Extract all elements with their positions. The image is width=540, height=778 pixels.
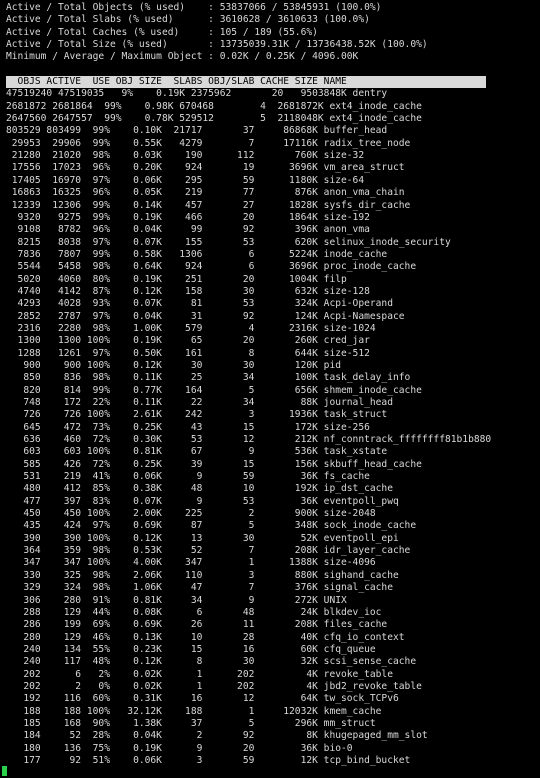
table-row: 477 397 83% 0.07K 9 53 36K eventpoll_pwq bbox=[6, 495, 399, 507]
table-row: 17405 16970 97% 0.06K 295 59 1180K size-… bbox=[6, 174, 365, 186]
table-row: 184 52 28% 0.04K 2 92 8K khugepaged_mm_s… bbox=[6, 730, 428, 742]
table-row: 636 460 72% 0.30K 53 12 212K nf_conntrac… bbox=[6, 434, 492, 446]
slab-table-body: 47519240 47519035 9% 0.19K 2375962 20 95… bbox=[6, 88, 538, 767]
table-row: 29953 29906 99% 0.55K 4279 7 17116K radi… bbox=[6, 137, 411, 149]
table-row: 12339 12306 99% 0.14K 457 27 1828K sysfs… bbox=[6, 199, 411, 211]
table-header: OBJS ACTIVE USE OBJ SIZE SLABS OBJ/SLAB … bbox=[6, 76, 486, 89]
table-row: 347 347 100% 4.00K 347 1 1388K size-4096 bbox=[6, 557, 376, 569]
table-row: 286 199 69% 0.69K 26 11 208K files_cache bbox=[6, 619, 388, 631]
table-row: 7836 7807 99% 0.58K 1306 6 5224K inode_c… bbox=[6, 248, 388, 260]
summary-caches: Active / Total Caches (% used) : 105 / 1… bbox=[6, 26, 318, 38]
table-row: 180 136 75% 0.19K 9 20 36K bio-0 bbox=[6, 742, 353, 754]
table-row: 390 390 100% 0.12K 13 30 52K eventpoll_e… bbox=[6, 532, 399, 544]
table-row: 803529 803499 99% 0.10K 21717 37 86868K … bbox=[6, 125, 388, 137]
table-row: 17556 17023 96% 0.20K 924 19 3696K vm_ar… bbox=[6, 162, 405, 174]
table-row: 435 424 97% 0.69K 87 5 348K sock_inode_c… bbox=[6, 520, 417, 532]
table-row: 603 603 100% 0.81K 67 9 536K task_xstate bbox=[6, 446, 388, 458]
table-row: 2647560 2647557 99% 0.78K 529512 5 21180… bbox=[6, 113, 422, 125]
table-row: 4293 4028 93% 0.07K 81 53 324K Acpi-Oper… bbox=[6, 298, 393, 310]
table-row: 5020 4060 80% 0.19K 251 20 1004K filp bbox=[6, 273, 347, 285]
table-row: 364 359 98% 0.53K 52 7 208K idr_layer_ca… bbox=[6, 545, 411, 557]
table-row: 450 450 100% 2.00K 225 2 900K size-2048 bbox=[6, 508, 376, 520]
table-row: 21280 21020 98% 0.03K 190 112 760K size-… bbox=[6, 150, 365, 162]
terminal-cursor bbox=[2, 766, 7, 776]
summary-objects: Active / Total Objects (% used) : 538370… bbox=[6, 2, 382, 13]
table-row: 726 726 100% 2.61K 242 3 1936K task_stru… bbox=[6, 409, 388, 421]
table-row: 850 836 98% 0.11K 25 34 100K task_delay_… bbox=[6, 372, 411, 384]
table-row: 240 117 48% 0.12K 8 30 32K scsi_sense_ca… bbox=[6, 656, 417, 668]
table-row: 202 2 0% 0.02K 1 202 4K jbd2_revoke_tabl… bbox=[6, 680, 422, 692]
table-row: 330 325 98% 2.06K 110 3 880K sighand_cac… bbox=[6, 569, 399, 581]
table-row: 2316 2280 98% 1.00K 579 4 2316K size-102… bbox=[6, 322, 376, 334]
table-row: 192 116 60% 0.31K 16 12 64K tw_sock_TCPv… bbox=[6, 693, 399, 705]
table-row: 1288 1261 97% 0.50K 161 8 644K size-512 bbox=[6, 347, 370, 359]
table-row: 280 129 46% 0.13K 10 28 40K cfq_io_conte… bbox=[6, 631, 405, 643]
table-row: 329 324 98% 1.06K 47 7 376K signal_cache bbox=[6, 582, 393, 594]
table-row: 748 172 22% 0.11K 22 34 88K journal_head bbox=[6, 397, 393, 408]
table-row: 8215 8038 97% 0.07K 155 53 620K selinux_… bbox=[6, 236, 451, 248]
table-row: 185 168 90% 1.38K 37 5 296K mm_struct bbox=[6, 717, 376, 729]
table-row: 645 472 73% 0.25K 43 15 172K size-256 bbox=[6, 421, 370, 433]
table-row: 1300 1300 100% 0.19K 65 20 260K cred_jar bbox=[6, 335, 370, 347]
table-row: 900 900 100% 0.12K 30 30 120K pid bbox=[6, 359, 342, 371]
table-row: 16863 16325 96% 0.05K 219 77 876K anon_v… bbox=[6, 187, 405, 199]
table-row: 47519240 47519035 9% 0.19K 2375962 20 95… bbox=[6, 88, 388, 100]
table-row: 202 6 2% 0.02K 1 202 4K revoke_table bbox=[6, 668, 393, 680]
table-row: 820 814 99% 0.77K 164 5 656K shmem_inode… bbox=[6, 384, 422, 396]
summary-slabs: Active / Total Slabs (% used) : 3610628 … bbox=[6, 14, 370, 26]
summary-object-size: Minimum / Average / Maximum Object : 0.0… bbox=[6, 51, 359, 63]
table-row: 531 219 41% 0.06K 9 59 36K fs_cache bbox=[6, 471, 370, 483]
table-row: 2681872 2681864 99% 0.98K 670468 4 26818… bbox=[6, 100, 422, 112]
terminal-window: Active / Total Objects (% used) : 538370… bbox=[6, 2, 538, 767]
table-row: 9320 9275 99% 0.19K 466 20 1864K size-19… bbox=[6, 211, 370, 223]
table-row: 2852 2787 97% 0.04K 31 92 124K Acpi-Name… bbox=[6, 310, 405, 322]
table-row: 306 280 91% 0.81K 34 9 272K UNIX bbox=[6, 594, 347, 606]
table-row: 585 426 72% 0.25K 39 15 156K skbuff_head… bbox=[6, 458, 422, 470]
table-row: 288 129 44% 0.08K 6 48 24K blkdev_ioc bbox=[6, 606, 382, 618]
table-row: 480 412 85% 0.38K 48 10 192K ip_dst_cach… bbox=[6, 483, 393, 495]
table-row: 4740 4142 87% 0.12K 158 30 632K size-128 bbox=[6, 285, 370, 297]
summary-size: Active / Total Size (% used) : 13735039.… bbox=[6, 39, 428, 51]
table-row: 240 134 55% 0.23K 15 16 60K cfq_queue bbox=[6, 643, 376, 655]
table-row: 188 188 100% 32.12K 188 1 12032K kmem_ca… bbox=[6, 705, 382, 717]
table-row: 177 92 51% 0.06K 3 59 12K tcp_bind_bucke… bbox=[6, 754, 411, 766]
table-row: 9108 8782 96% 0.04K 99 92 396K anon_vma bbox=[6, 224, 370, 236]
summary-block: Active / Total Objects (% used) : 538370… bbox=[6, 2, 538, 64]
table-row: 5544 5458 98% 0.64K 924 6 3696K proc_ino… bbox=[6, 261, 417, 273]
